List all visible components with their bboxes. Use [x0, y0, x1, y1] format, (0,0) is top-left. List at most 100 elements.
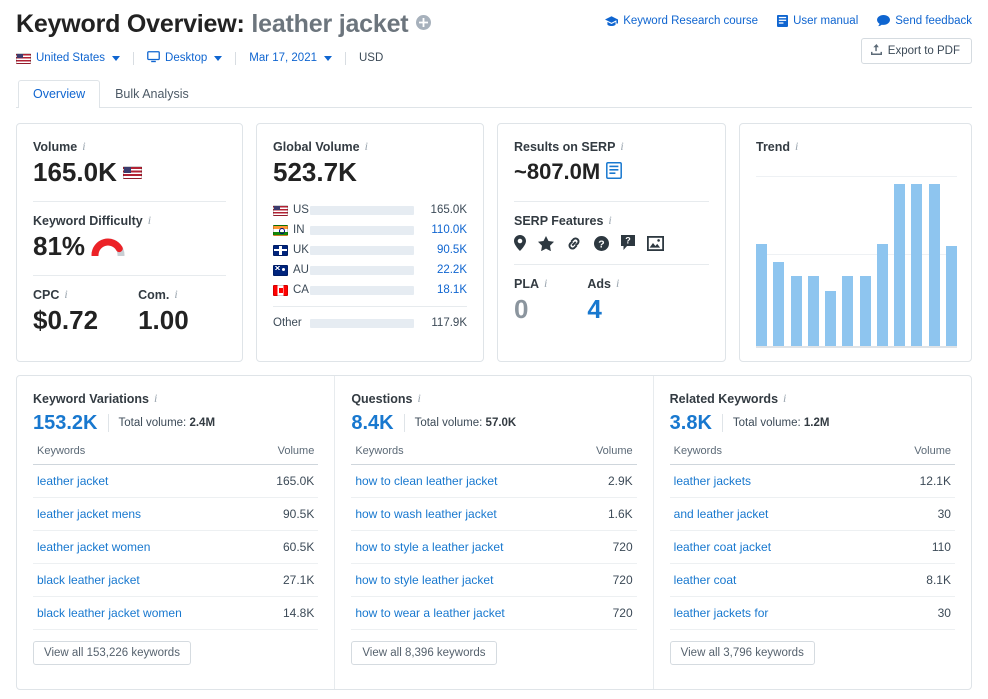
- image-icon[interactable]: [647, 235, 664, 251]
- keyword-link[interactable]: leather jacket mens: [37, 507, 141, 521]
- pla-ads-row: PLA i 0 Ads i 4: [514, 276, 709, 325]
- header-links: Keyword Research course User manual Send…: [605, 15, 972, 27]
- keyword-link[interactable]: black leather jacket women: [37, 606, 182, 620]
- keyword-link[interactable]: leather jacket: [37, 474, 108, 488]
- keyword-research-course-link[interactable]: Keyword Research course: [605, 15, 758, 27]
- related-keywords-summary: 3.8K Total volume: 1.2M: [670, 411, 955, 435]
- keyword-difficulty-value-row: 81%: [33, 230, 226, 262]
- device-selector[interactable]: Desktop: [147, 50, 223, 66]
- export-to-pdf-button[interactable]: Export to PDF: [860, 38, 972, 64]
- send-feedback-link[interactable]: Send feedback: [877, 15, 972, 27]
- keyword-link[interactable]: leather coat: [674, 573, 737, 587]
- trend-bar[interactable]: [894, 184, 906, 346]
- keyword-link[interactable]: leather jackets: [674, 474, 751, 488]
- volume-cell: 110: [867, 530, 955, 564]
- results-on-serp-value-row: ~807.0M: [514, 156, 709, 188]
- trend-bar[interactable]: [928, 184, 940, 346]
- country-code: AU: [293, 264, 309, 276]
- global-volume-row[interactable]: UK 90.5K: [273, 240, 467, 260]
- trend-bar[interactable]: [911, 184, 923, 346]
- com-label-row: Com. i: [138, 287, 189, 302]
- table-row: how to style leather jacket 720: [351, 563, 637, 597]
- question-circle-icon[interactable]: ?: [594, 235, 609, 251]
- keyword-link[interactable]: black leather jacket: [37, 573, 140, 587]
- tab-overview[interactable]: Overview: [18, 80, 101, 108]
- serp-list-icon[interactable]: [606, 156, 623, 188]
- info-icon[interactable]: i: [148, 213, 151, 228]
- volume-value: 22.2K: [436, 264, 467, 276]
- in-flag-icon: [273, 224, 288, 236]
- speech-bubble-icon: [877, 15, 891, 27]
- questions-count[interactable]: 8.4K: [351, 411, 393, 435]
- view-all-related-keywords-button[interactable]: View all 3,796 keywords: [669, 641, 815, 665]
- table-row: leather jackets for 30: [669, 596, 955, 630]
- trend-bar[interactable]: [756, 243, 767, 346]
- keyword-difficulty-label: Keyword Difficulty: [33, 213, 143, 228]
- cpc-label-row: CPC i: [33, 287, 98, 302]
- trend-bar[interactable]: [876, 243, 888, 346]
- volume-value: 110.0K: [431, 224, 467, 236]
- date-selector[interactable]: Mar 17, 2021: [249, 52, 332, 64]
- info-icon[interactable]: i: [783, 391, 786, 406]
- global-volume-row[interactable]: IN 110.0K: [273, 220, 467, 240]
- info-icon[interactable]: i: [154, 391, 157, 406]
- related-keywords-count[interactable]: 3.8K: [670, 411, 712, 435]
- keyword-link[interactable]: how to wash leather jacket: [355, 507, 496, 521]
- tab-bulk-analysis[interactable]: Bulk Analysis: [100, 80, 204, 108]
- info-icon[interactable]: i: [544, 276, 547, 291]
- ads-label-row: Ads i: [587, 276, 619, 291]
- global-volume-row[interactable]: US 165.0K: [273, 200, 467, 220]
- keyword-variations-count[interactable]: 153.2K: [33, 411, 98, 435]
- global-volume-label-row: Global Volume i: [273, 139, 467, 154]
- link-icon[interactable]: [566, 236, 582, 251]
- keyword-variations-summary: 153.2K Total volume: 2.4M: [33, 411, 318, 435]
- trend-bar[interactable]: [842, 276, 854, 346]
- related-keywords-title-row: Related Keywords i: [670, 391, 955, 406]
- trend-bar[interactable]: [825, 290, 837, 346]
- keyword-link[interactable]: how to style leather jacket: [355, 573, 493, 587]
- info-icon[interactable]: i: [82, 139, 85, 154]
- info-icon[interactable]: i: [608, 213, 611, 228]
- view-all-keyword-variations-button[interactable]: View all 153,226 keywords: [33, 641, 191, 665]
- global-volume-row[interactable]: CA 18.1K: [273, 280, 467, 300]
- page-title: Keyword Overview: leather jacket: [16, 10, 409, 39]
- keyword-link[interactable]: leather jacket women: [37, 540, 150, 554]
- volume-cell: 8.1K: [867, 563, 955, 597]
- ads-value[interactable]: 4: [587, 293, 619, 325]
- trend-bar[interactable]: [790, 276, 802, 346]
- keyword-link[interactable]: leather jackets for: [674, 606, 769, 620]
- keyword-link[interactable]: how to style a leather jacket: [355, 540, 503, 554]
- serp-features-label-row: SERP Features i: [514, 213, 709, 228]
- keyword-research-course-label: Keyword Research course: [623, 15, 759, 27]
- keyword-variations-title: Keyword Variations: [33, 391, 150, 406]
- info-icon[interactable]: i: [620, 139, 623, 154]
- trend-bar[interactable]: [773, 261, 785, 346]
- keyword-link[interactable]: and leather jacket: [674, 507, 769, 521]
- user-manual-link[interactable]: User manual: [777, 15, 858, 27]
- question-bubble-icon[interactable]: ?: [621, 235, 635, 251]
- questions-title-row: Questions i: [351, 391, 636, 406]
- info-icon[interactable]: i: [795, 139, 798, 154]
- info-icon[interactable]: i: [417, 391, 420, 406]
- map-pin-icon[interactable]: [514, 235, 526, 251]
- info-icon[interactable]: i: [616, 276, 619, 291]
- trend-bar[interactable]: [859, 276, 871, 346]
- plus-circle-icon[interactable]: [416, 15, 432, 30]
- info-icon[interactable]: i: [365, 139, 368, 154]
- trend-bar[interactable]: [807, 276, 819, 346]
- country-selector[interactable]: United States: [16, 52, 121, 64]
- volume-bar-track: [310, 318, 414, 328]
- star-icon[interactable]: [538, 235, 554, 251]
- cpc-com-row: CPC i $0.72 Com. i 1.00: [33, 287, 226, 336]
- view-all-questions-button[interactable]: View all 8,396 keywords: [351, 641, 497, 665]
- info-icon[interactable]: i: [174, 287, 177, 302]
- info-icon[interactable]: i: [64, 287, 67, 302]
- keyword-link[interactable]: how to wear a leather jacket: [355, 606, 504, 620]
- device-label: Desktop: [165, 52, 208, 64]
- trend-bar[interactable]: [945, 245, 957, 346]
- keyword-link[interactable]: leather coat jacket: [674, 540, 771, 554]
- pla-value: 0: [514, 294, 529, 324]
- global-volume-row[interactable]: AU 22.2K: [273, 260, 467, 280]
- column-header-volume: Volume: [250, 445, 319, 465]
- keyword-link[interactable]: how to clean leather jacket: [355, 474, 497, 488]
